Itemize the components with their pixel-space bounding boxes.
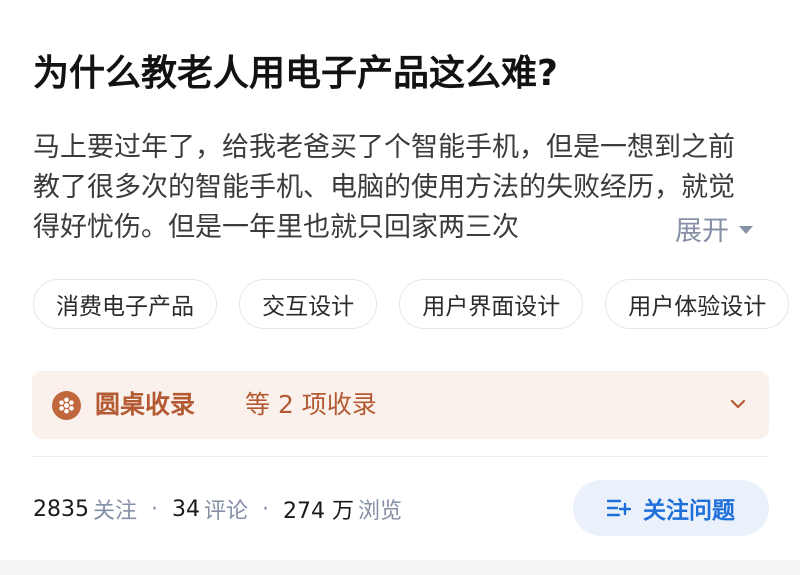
- collection-name: 圆桌收录: [95, 390, 196, 419]
- topic-tags: 消费电子产品 交互设计 用户界面设计 用户体验设计: [33, 279, 800, 329]
- topic-tag[interactable]: 消费电子产品: [33, 279, 217, 329]
- question-stats: 2835 关注 · 34 评论 · 274 万 浏览: [33, 492, 402, 526]
- separator-dot: ·: [151, 496, 159, 522]
- question-title: 为什么教老人用电子产品这么难?: [33, 53, 558, 94]
- caret-down-icon: [739, 226, 753, 234]
- topic-tag[interactable]: 用户体验设计: [605, 279, 790, 329]
- followers-label: 关注: [93, 499, 138, 524]
- add-list-icon: [607, 499, 631, 517]
- topic-tag[interactable]: 交互设计: [239, 279, 378, 329]
- chevron-down-icon: [730, 399, 746, 409]
- round-table-icon: [52, 391, 81, 420]
- separator-dot: ·: [262, 496, 270, 522]
- description-fade: [560, 208, 675, 248]
- divider: [32, 456, 769, 457]
- followers-count: 2835: [33, 496, 89, 522]
- collection-banner[interactable]: 圆桌收录 等 2 项收录: [32, 371, 769, 439]
- expand-label: 展开: [675, 215, 729, 247]
- section-separator: [0, 560, 800, 575]
- collection-count: 等 2 项收录: [245, 390, 377, 419]
- comments-label[interactable]: 评论: [204, 493, 248, 525]
- views-count: 274 万: [283, 499, 355, 524]
- follow-question-button[interactable]: 关注问题: [573, 480, 769, 536]
- comments-count[interactable]: 34: [172, 497, 200, 522]
- expand-button[interactable]: 展开: [675, 208, 753, 248]
- views-label: 浏览: [358, 499, 403, 524]
- follow-question-label: 关注问题: [643, 498, 735, 524]
- topic-tag[interactable]: 用户界面设计: [399, 279, 584, 329]
